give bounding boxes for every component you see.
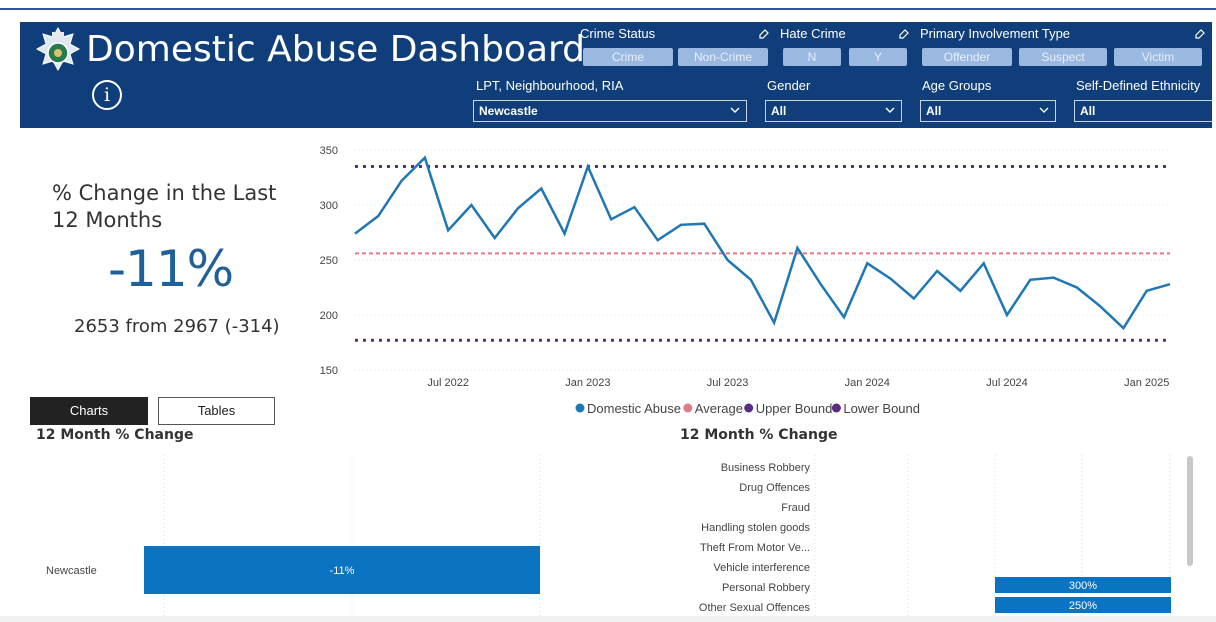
category-label: Business Robbery (721, 462, 811, 474)
area-value: Newcastle (479, 104, 538, 118)
kpi-detail: 2653 from 2967 (-314) (74, 316, 280, 337)
category-label: Drug Offences (739, 482, 810, 494)
category-label: Personal Robbery (722, 582, 811, 594)
y-tick-label: 250 (320, 255, 338, 267)
chip-crime[interactable]: Crime (583, 48, 673, 66)
x-tick-label: Jul 2024 (986, 377, 1028, 389)
top-divider (0, 8, 1216, 10)
x-tick-label: Jan 2023 (565, 377, 610, 389)
legend-marker (575, 403, 585, 413)
age-value: All (926, 104, 942, 118)
legend-label: Lower Bound (843, 401, 920, 416)
kpi-value: -11% (108, 240, 234, 298)
tab-tables[interactable]: Tables (158, 397, 275, 425)
legend-marker (744, 403, 754, 413)
clear-crime-status-icon[interactable] (758, 27, 770, 42)
page-title: Domestic Abuse Dashboard (86, 29, 586, 70)
x-tick-label: Jul 2023 (707, 377, 749, 389)
bar-value-label: 300% (1069, 580, 1097, 592)
y-tick-label: 350 (320, 145, 338, 157)
y-tick-label: 300 (320, 200, 338, 212)
right-chart-title: 12 Month % Change (680, 427, 838, 443)
x-tick-label: Jan 2025 (1124, 377, 1169, 389)
ethnicity-value: All (1080, 104, 1096, 118)
tab-charts[interactable]: Charts (30, 397, 148, 425)
category-label: Vehicle interference (713, 562, 810, 574)
age-label: Age Groups (922, 78, 992, 93)
ethnicity-dropdown[interactable]: All (1074, 100, 1212, 122)
category-label: Handling stolen goods (701, 522, 810, 534)
category-label: Theft From Motor Ve... (700, 542, 810, 554)
legend-label: Average (695, 401, 743, 416)
involvement-label: Primary Involvement Type (920, 26, 1071, 41)
left-chart-title: 12 Month % Change (36, 427, 194, 443)
domestic-abuse-series-line (354, 155, 1171, 331)
chevron-down-icon (1039, 107, 1049, 113)
legend-marker (683, 403, 693, 413)
clear-involvement-icon[interactable] (1194, 27, 1206, 42)
legend-marker (831, 403, 841, 413)
legend-label: Upper Bound (756, 401, 833, 416)
crime-status-label: Crime Status (580, 26, 656, 41)
chip-hate-n[interactable]: N (783, 48, 841, 66)
area-change-bar-chart: Newcastle -11% (46, 455, 541, 616)
police-badge-icon (35, 26, 81, 72)
clear-hate-crime-icon[interactable] (898, 27, 910, 42)
gender-value: All (771, 104, 787, 118)
chip-non-crime[interactable]: Non-Crime (678, 48, 768, 66)
chip-offender[interactable]: Offender (922, 48, 1012, 66)
y-tick-label: 200 (320, 310, 338, 322)
bar-value-label: -11% (330, 565, 355, 577)
category-label: Fraud (781, 502, 810, 514)
chip-hate-y[interactable]: Y (849, 48, 907, 66)
ethnicity-label: Self-Defined Ethnicity (1076, 78, 1201, 93)
dashboard-header: Domestic Abuse Dashboard i Crime Status … (20, 22, 1212, 128)
area-dropdown[interactable]: Newcastle (473, 100, 747, 122)
category-label: Newcastle (46, 565, 97, 577)
age-dropdown[interactable]: All (920, 100, 1056, 122)
bar-value-label: 250% (1069, 600, 1097, 612)
chip-victim[interactable]: Victim (1114, 48, 1202, 66)
category-label: Other Sexual Offences (699, 602, 811, 614)
scrollbar[interactable] (1187, 456, 1193, 566)
legend-label: Domestic Abuse (587, 401, 681, 416)
hate-crime-label: Hate Crime (780, 26, 846, 41)
trend-line-chart: 150 200 250 300 350 Jul 2022 Jan 2023 Jul 2023 J… (320, 145, 1171, 416)
chip-suspect[interactable]: Suspect (1019, 48, 1107, 66)
y-tick-label: 150 (320, 365, 338, 377)
kpi-title: % Change in the Last 12 Months (52, 181, 277, 232)
gender-label: Gender (767, 78, 811, 93)
crime-type-change-bar-chart: Business Robbery Drug Offences Fraud Handli… (699, 455, 1171, 616)
chevron-down-icon (885, 107, 895, 113)
x-tick-label: Jan 2024 (845, 377, 890, 389)
bottom-edge (0, 616, 1216, 622)
chevron-down-icon (730, 107, 740, 113)
info-icon[interactable]: i (92, 80, 122, 110)
area-label: LPT, Neighbourhood, RIA (476, 78, 624, 93)
gender-dropdown[interactable]: All (765, 100, 902, 122)
x-tick-label: Jul 2022 (427, 377, 469, 389)
